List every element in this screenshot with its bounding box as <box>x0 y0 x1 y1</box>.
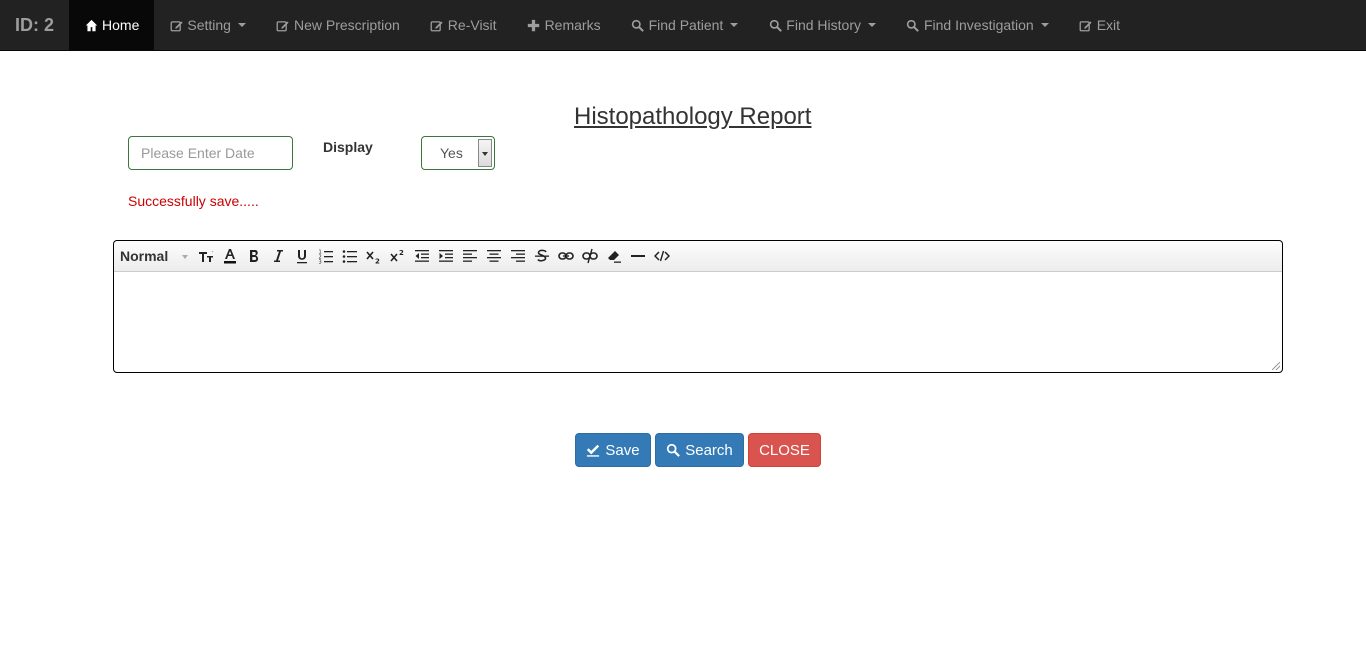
svg-text:2: 2 <box>399 249 404 257</box>
nav-re-visit[interactable]: Re-Visit <box>415 0 512 50</box>
save-button-label: Save <box>605 441 640 459</box>
nav-find-history-label: Find History <box>786 17 861 33</box>
search-icon <box>631 18 645 32</box>
bullet-list-icon[interactable] <box>338 244 362 268</box>
nav-find-patient-label: Find Patient <box>648 17 724 33</box>
nav-find-history[interactable]: Find History <box>753 0 891 50</box>
close-button[interactable]: CLOSE <box>748 433 821 467</box>
nav-remarks[interactable]: Remarks <box>512 0 616 50</box>
status-message: Successfully save..... <box>128 193 259 209</box>
nav-new-prescription[interactable]: New Prescription <box>261 0 415 50</box>
unlink-icon[interactable] <box>578 244 602 268</box>
edit-icon <box>169 18 183 32</box>
display-select[interactable]: Yes <box>421 136 495 170</box>
date-input[interactable] <box>128 136 293 170</box>
resize-handle-icon[interactable] <box>1272 362 1280 370</box>
close-button-label: CLOSE <box>759 441 810 459</box>
checkmark-icon <box>586 443 600 457</box>
ordered-list-icon[interactable]: 123 <box>314 244 338 268</box>
italic-icon[interactable] <box>266 244 290 268</box>
nav-exit-label: Exit <box>1096 17 1121 33</box>
link-icon[interactable] <box>554 244 578 268</box>
nav-setting-label: Setting <box>187 17 231 33</box>
font-size-icon[interactable] <box>194 244 218 268</box>
nav-find-patient[interactable]: Find Patient <box>616 0 754 50</box>
nav-home-label: Home <box>102 17 140 33</box>
chevron-down-icon <box>730 23 739 27</box>
svg-text:3: 3 <box>319 260 322 265</box>
select-arrow-icon[interactable] <box>478 139 492 167</box>
editor-toolbar: Normal 123 2 2 <box>114 241 1282 272</box>
top-navbar: ID: 2 Home Setting New Prescription Re-V… <box>0 0 1366 51</box>
nav-find-investigation-label: Find Investigation <box>923 17 1034 33</box>
align-right-icon[interactable] <box>506 244 530 268</box>
svg-text:2: 2 <box>375 258 380 265</box>
rich-text-editor: Normal 123 2 2 <box>113 240 1283 373</box>
display-label: Display <box>323 139 373 155</box>
nav-re-visit-label: Re-Visit <box>447 17 497 33</box>
outdent-icon[interactable] <box>410 244 434 268</box>
underline-icon[interactable] <box>290 244 314 268</box>
chevron-down-icon <box>867 23 876 27</box>
nav-exit[interactable]: Exit <box>1064 0 1135 50</box>
edit-icon <box>1079 18 1093 32</box>
align-left-icon[interactable] <box>458 244 482 268</box>
nav-find-investigation[interactable]: Find Investigation <box>891 0 1064 50</box>
nav-setting[interactable]: Setting <box>154 0 261 50</box>
subscript-icon[interactable]: 2 <box>362 244 386 268</box>
editor-content-area[interactable] <box>114 272 1282 372</box>
search-icon <box>906 18 920 32</box>
paragraph-style-dropdown[interactable]: Normal <box>120 248 188 264</box>
nav-remarks-label: Remarks <box>544 17 601 33</box>
search-button-label: Search <box>685 441 733 459</box>
search-icon <box>666 443 681 457</box>
strikethrough-icon[interactable] <box>530 244 554 268</box>
nav-new-prescription-label: New Prescription <box>293 17 400 33</box>
save-button[interactable]: Save <box>575 433 651 467</box>
superscript-icon[interactable]: 2 <box>386 244 410 268</box>
eraser-icon[interactable] <box>602 244 626 268</box>
brand-id[interactable]: ID: 2 <box>0 0 69 50</box>
nav-home[interactable]: Home <box>69 0 155 50</box>
home-icon <box>84 18 98 32</box>
bold-icon[interactable] <box>242 244 266 268</box>
indent-icon[interactable] <box>434 244 458 268</box>
display-select-value: Yes <box>440 145 463 161</box>
plus-icon <box>527 18 541 32</box>
font-color-icon[interactable] <box>218 244 242 268</box>
chevron-down-icon <box>1040 23 1049 27</box>
chevron-down-icon <box>237 23 246 27</box>
align-center-icon[interactable] <box>482 244 506 268</box>
search-icon <box>768 18 782 32</box>
search-button[interactable]: Search <box>655 433 744 467</box>
horizontal-rule-icon[interactable] <box>626 244 650 268</box>
edit-icon <box>430 18 444 32</box>
edit-icon <box>276 18 290 32</box>
page-title: Histopathology Report <box>574 103 812 130</box>
code-view-icon[interactable] <box>650 244 674 268</box>
